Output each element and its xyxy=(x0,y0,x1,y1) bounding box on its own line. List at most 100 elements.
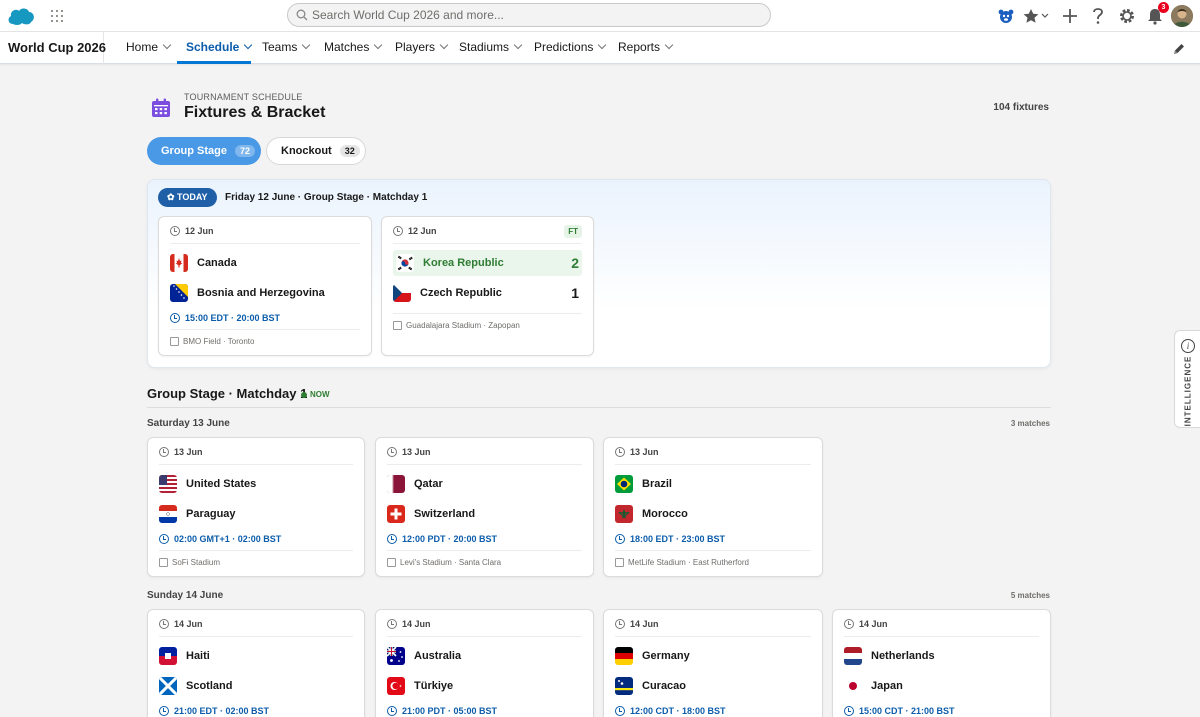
kickoff-time: 12:00 CDT · 18:00 BST xyxy=(615,706,726,716)
home-team[interactable]: Korea Republic 2 xyxy=(393,250,582,276)
kickoff-time: 12:00 PDT · 20:00 BST xyxy=(387,534,497,544)
kickoff-time: 21:00 EDT · 02:00 BST xyxy=(159,706,269,716)
venue: SoFi Stadium xyxy=(159,558,220,567)
home-team[interactable]: Australia xyxy=(387,643,582,669)
nav-item-stadiums[interactable]: Stadiums xyxy=(459,32,523,64)
page-kicker: TOURNAMENT SCHEDULE xyxy=(184,92,303,102)
away-team[interactable]: Scotland xyxy=(159,673,353,699)
nav-item-matches[interactable]: Matches xyxy=(324,32,383,64)
flag-canada-icon xyxy=(170,254,188,272)
global-search[interactable] xyxy=(287,3,771,27)
tab-group-stage[interactable]: Group Stage 72 xyxy=(147,137,261,165)
nav-item-reports[interactable]: Reports xyxy=(618,32,674,64)
match-card[interactable]: 14 Jun Germany Curacao 12:00 CDT · 18:00… xyxy=(603,609,823,717)
venue: MetLife Stadium · East Rutherford xyxy=(615,558,749,567)
intelligence-panel-tab[interactable]: i INTELLIGENCE xyxy=(1174,330,1200,428)
away-team[interactable]: Paraguay xyxy=(159,501,353,527)
add-icon[interactable] xyxy=(1059,5,1081,27)
team-name: United States xyxy=(186,478,257,490)
match-card[interactable]: 14 Jun Australia Türkiye 21:00 PDT · 05:… xyxy=(375,609,594,717)
edit-nav-pencil-icon[interactable] xyxy=(1172,42,1186,56)
home-team[interactable]: Canada xyxy=(170,250,360,276)
global-header: 3 xyxy=(0,0,1200,32)
home-team[interactable]: Brazil xyxy=(615,471,811,497)
home-score: 2 xyxy=(571,255,579,271)
nav-item-home[interactable]: Home xyxy=(126,32,172,64)
home-team[interactable]: Qatar xyxy=(387,471,582,497)
setup-gear-icon[interactable] xyxy=(1116,5,1138,27)
chevron-down-icon[interactable] xyxy=(374,40,383,50)
mascot-icon[interactable] xyxy=(995,5,1017,27)
team-name: Scotland xyxy=(186,680,233,692)
nav-item-teams[interactable]: Teams xyxy=(262,32,311,64)
away-team[interactable]: Japan xyxy=(844,673,1039,699)
notification-badge: 3 xyxy=(1158,2,1169,13)
day-label: Sunday 14 June xyxy=(147,590,224,601)
chevron-down-icon[interactable] xyxy=(598,40,607,50)
divider xyxy=(393,243,582,244)
search-icon xyxy=(296,9,308,21)
away-team[interactable]: Morocco xyxy=(615,501,811,527)
user-avatar[interactable] xyxy=(1171,5,1193,27)
away-team[interactable]: Curacao xyxy=(615,673,811,699)
away-team[interactable]: Bosnia and Herzegovina xyxy=(170,280,360,306)
clock-icon xyxy=(170,313,180,323)
match-date: 14 Jun xyxy=(630,619,659,629)
chevron-down-icon[interactable] xyxy=(162,40,172,50)
match-card[interactable]: 13 Jun Qatar Switzerland 12:00 PDT · 20:… xyxy=(375,437,594,577)
away-team[interactable]: Czech Republic 1 xyxy=(393,280,582,306)
notification-bell-icon[interactable]: 3 xyxy=(1144,2,1169,27)
match-date: 14 Jun xyxy=(402,619,431,629)
chevron-down-icon[interactable] xyxy=(244,40,253,50)
chevron-down-icon[interactable] xyxy=(439,40,449,50)
clock-icon xyxy=(159,534,169,544)
info-icon: i xyxy=(1181,339,1195,353)
match-card[interactable]: 12 Jun Canada Bosnia and Herzegovina 15:… xyxy=(158,216,372,356)
flag-haiti-icon xyxy=(159,647,177,665)
team-name: Switzerland xyxy=(414,508,476,520)
away-team[interactable]: Switzerland xyxy=(387,501,582,527)
match-date: 13 Jun xyxy=(174,447,203,457)
flag-japan-icon xyxy=(844,677,862,695)
chevron-down-icon[interactable] xyxy=(302,40,311,50)
help-icon[interactable] xyxy=(1087,5,1109,27)
nav-item-schedule[interactable]: Schedule xyxy=(177,32,253,64)
home-team[interactable]: Haiti xyxy=(159,643,353,669)
match-card[interactable]: 12 Jun FT Korea Republic 2 Czech Republi… xyxy=(381,216,594,356)
away-team[interactable]: Türkiye xyxy=(387,673,582,699)
calendar-icon xyxy=(152,98,170,117)
fixture-count: 104 fixtures xyxy=(993,102,1049,113)
tab-knockout[interactable]: Knockout 32 xyxy=(266,137,366,165)
match-card[interactable]: 14 Jun Haiti Scotland 21:00 EDT · 02:00 … xyxy=(147,609,365,717)
team-name: Canada xyxy=(197,257,237,269)
favorites-star-icon[interactable] xyxy=(1022,5,1052,27)
tab-count-badge: 72 xyxy=(235,145,256,157)
home-team[interactable]: United States xyxy=(159,471,353,497)
match-date: 13 Jun xyxy=(630,447,659,457)
kickoff-time: 02:00 GMT+1 · 02:00 BST xyxy=(159,534,281,544)
home-team[interactable]: Netherlands xyxy=(844,643,1039,669)
team-name: Korea Republic xyxy=(423,257,504,269)
match-date: 12 Jun xyxy=(185,226,214,236)
match-card[interactable]: 13 Jun Brazil Morocco 18:00 EDT · 23:00 … xyxy=(603,437,823,577)
salesforce-cloud-icon[interactable] xyxy=(7,6,35,26)
flag-bosnia-icon xyxy=(170,284,188,302)
match-card[interactable]: 13 Jun United States Paraguay 02:00 GMT+… xyxy=(147,437,365,577)
nav-item-predictions[interactable]: Predictions xyxy=(534,32,607,64)
home-team[interactable]: Germany xyxy=(615,643,811,669)
nav-item-players[interactable]: Players xyxy=(395,32,449,64)
chevron-down-icon[interactable] xyxy=(513,40,523,50)
app-launcher-icon[interactable] xyxy=(51,10,63,22)
search-input[interactable] xyxy=(312,6,752,24)
chevron-down-icon[interactable] xyxy=(664,40,674,50)
today-badge: ✿ TODAY xyxy=(158,188,217,207)
kickoff-time: 15:00 CDT · 21:00 BST xyxy=(844,706,955,716)
match-date: 14 Jun xyxy=(174,619,203,629)
match-card[interactable]: 14 Jun Netherlands Japan 15:00 CDT · 21:… xyxy=(832,609,1051,717)
flag-paraguay-icon xyxy=(159,505,177,523)
tab-count-badge: 32 xyxy=(339,145,360,157)
divider xyxy=(387,464,582,465)
team-name: Qatar xyxy=(414,478,443,490)
live-status: NOW xyxy=(301,390,330,399)
clock-icon xyxy=(615,619,625,629)
